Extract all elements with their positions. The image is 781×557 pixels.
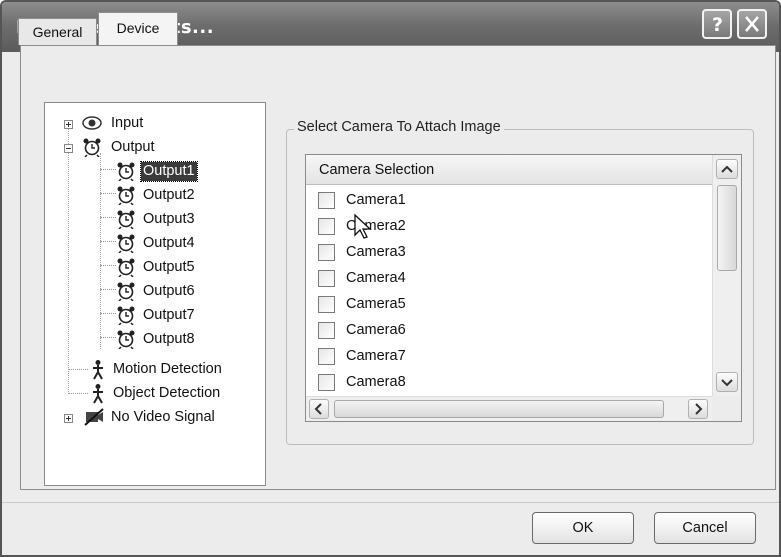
tree-item-output7[interactable]: Output7 bbox=[45, 305, 265, 327]
mouse-cursor-icon bbox=[354, 213, 372, 239]
tree-label: Input bbox=[111, 115, 144, 131]
tree-label: Object Detection bbox=[113, 385, 221, 401]
separator bbox=[2, 502, 779, 503]
horizontal-scrollbar[interactable] bbox=[306, 396, 712, 421]
tree-label: Output7 bbox=[143, 307, 195, 323]
tree-item-motion-detection[interactable]: Motion Detection bbox=[45, 359, 265, 381]
alarm-clock-icon bbox=[117, 258, 135, 277]
camera-label: Camera3 bbox=[346, 244, 406, 260]
tree-item-output2[interactable]: Output2 bbox=[45, 185, 265, 207]
camera-list[interactable]: Camera Selection Camera1 Camera2 Camera3… bbox=[305, 154, 742, 422]
close-button[interactable] bbox=[737, 9, 767, 39]
alarm-clock-icon bbox=[117, 282, 135, 301]
camera-checkbox[interactable] bbox=[318, 244, 335, 261]
chevron-down-icon bbox=[721, 379, 733, 387]
scroll-left-button[interactable] bbox=[309, 399, 329, 419]
scroll-up-button[interactable] bbox=[716, 159, 738, 179]
camera-checkbox[interactable] bbox=[318, 296, 335, 313]
tree-label: Output8 bbox=[143, 331, 195, 347]
tree-item-output4[interactable]: Output4 bbox=[45, 233, 265, 255]
event-tree[interactable]: Input Output Output1 Output2 Output3 Out… bbox=[44, 102, 266, 486]
chevron-up-icon bbox=[721, 165, 733, 173]
tree-label: No Video Signal bbox=[111, 409, 215, 425]
expand-toggle[interactable] bbox=[64, 414, 73, 423]
tree-item-output8[interactable]: Output8 bbox=[45, 329, 265, 351]
scroll-thumb[interactable] bbox=[717, 185, 737, 271]
input-eye-icon bbox=[82, 116, 102, 130]
camera-checkbox[interactable] bbox=[318, 270, 335, 287]
tree-label: Output1 bbox=[140, 161, 198, 182]
ok-button[interactable]: OK bbox=[532, 512, 634, 544]
tree-label: Motion Detection bbox=[113, 361, 222, 377]
tree-label: Output bbox=[111, 139, 155, 155]
camera-label: Camera5 bbox=[346, 296, 406, 312]
tree-label: Output4 bbox=[143, 235, 195, 251]
alarm-clock-icon bbox=[117, 210, 135, 229]
tree-label: Output3 bbox=[143, 211, 195, 227]
tree-item-no-video-signal[interactable]: No Video Signal bbox=[45, 407, 265, 429]
vertical-scrollbar[interactable] bbox=[712, 155, 741, 396]
tree-item-output6[interactable]: Output6 bbox=[45, 281, 265, 303]
no-video-camera-icon bbox=[84, 408, 104, 426]
help-icon: ? bbox=[712, 14, 723, 36]
tree-item-object-detection[interactable]: Object Detection bbox=[45, 383, 265, 405]
cancel-button[interactable]: Cancel bbox=[654, 512, 756, 544]
alarm-clock-icon bbox=[117, 162, 135, 181]
scroll-corner bbox=[712, 396, 741, 421]
tree-label: Output6 bbox=[143, 283, 195, 299]
camera-label: Camera1 bbox=[346, 192, 406, 208]
camera-label: Camera6 bbox=[346, 322, 406, 338]
reported-events-dialog: Reported Events... ? General Device bbox=[0, 0, 781, 557]
chevron-right-icon bbox=[695, 403, 703, 415]
expand-toggle[interactable] bbox=[64, 120, 73, 129]
close-icon bbox=[745, 16, 759, 32]
camera-label: Camera7 bbox=[346, 348, 406, 364]
tab-device[interactable]: Device bbox=[98, 12, 178, 45]
camera-checkbox[interactable] bbox=[318, 218, 335, 235]
motion-person-icon bbox=[93, 360, 103, 380]
tree-item-output1[interactable]: Output1 bbox=[45, 161, 265, 183]
tab-general[interactable]: General bbox=[18, 18, 97, 45]
tree-label: Output5 bbox=[143, 259, 195, 275]
group-title: Select Camera To Attach Image bbox=[294, 119, 504, 135]
scroll-right-button[interactable] bbox=[688, 399, 708, 419]
camera-label: Camera8 bbox=[346, 374, 406, 390]
alarm-clock-icon bbox=[117, 330, 135, 349]
alarm-clock-icon bbox=[117, 186, 135, 205]
scroll-thumb[interactable] bbox=[334, 400, 664, 418]
camera-label: Camera4 bbox=[346, 270, 406, 286]
help-button[interactable]: ? bbox=[702, 9, 732, 39]
tree-label: Output2 bbox=[143, 187, 195, 203]
collapse-toggle[interactable] bbox=[64, 144, 73, 153]
tree-item-input[interactable]: Input bbox=[45, 113, 245, 135]
alarm-clock-icon bbox=[117, 234, 135, 253]
camera-checkbox[interactable] bbox=[318, 192, 335, 209]
alarm-clock-icon bbox=[83, 138, 101, 157]
tree-item-output[interactable]: Output bbox=[45, 137, 245, 159]
camera-checkbox[interactable] bbox=[318, 348, 335, 365]
alarm-clock-icon bbox=[117, 306, 135, 325]
scroll-down-button[interactable] bbox=[716, 372, 738, 392]
chevron-left-icon bbox=[314, 403, 322, 415]
svg-text:?: ? bbox=[712, 14, 723, 36]
column-header[interactable]: Camera Selection bbox=[306, 155, 712, 185]
motion-person-icon bbox=[93, 384, 103, 404]
camera-checkbox[interactable] bbox=[318, 374, 335, 391]
camera-checkbox[interactable] bbox=[318, 322, 335, 339]
tree-item-output5[interactable]: Output5 bbox=[45, 257, 265, 279]
tree-item-output3[interactable]: Output3 bbox=[45, 209, 265, 231]
